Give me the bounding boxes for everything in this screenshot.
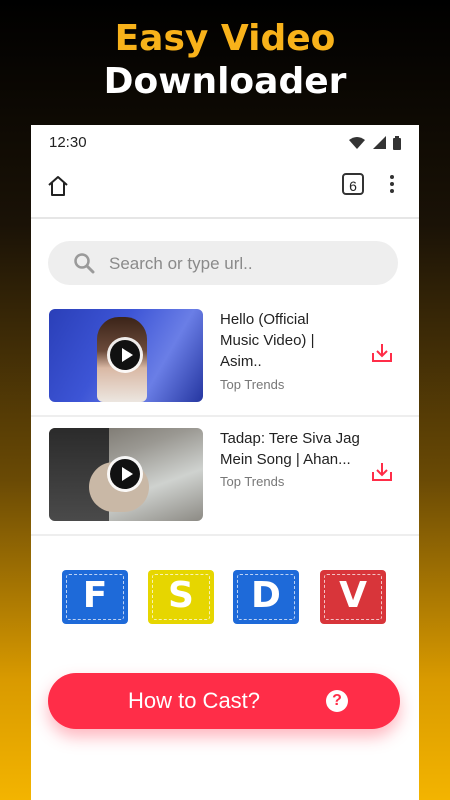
phone-screen: 12:30 6 Search or type url.. Hello (Offi…	[31, 125, 419, 800]
download-icon[interactable]	[371, 341, 393, 363]
promo-title-line2: Downloader	[103, 61, 347, 102]
more-vert-icon[interactable]	[387, 173, 397, 197]
promo-header: Easy Video Downloader	[0, 18, 450, 104]
status-bar: 12:30	[31, 125, 419, 159]
help-icon: ?	[326, 690, 348, 712]
how-to-cast-button[interactable]: How to Cast? ?	[48, 673, 400, 729]
play-icon[interactable]	[107, 456, 143, 492]
tab-count-button[interactable]: 6	[342, 173, 364, 195]
video-thumbnail[interactable]	[49, 428, 203, 521]
status-icons	[346, 134, 401, 152]
video-title: Tadap: Tere Siva Jag Mein Song | Ahan...	[220, 430, 360, 468]
play-icon[interactable]	[107, 337, 143, 373]
home-icon[interactable]	[45, 173, 71, 199]
video-title: Hello (Official Music Video) | Asim..	[220, 311, 315, 370]
video-category: Top Trends	[220, 474, 285, 489]
wifi-icon	[349, 136, 366, 149]
search-placeholder: Search or type url..	[109, 254, 253, 273]
vimeo-badge[interactable]: V	[320, 570, 386, 624]
dailymotion-badge[interactable]: D	[233, 570, 299, 624]
search-icon	[74, 253, 95, 274]
cast-button-label: How to Cast?	[127, 688, 261, 713]
status-time: 12:30	[49, 134, 87, 151]
facebook-badge[interactable]: F	[62, 570, 128, 624]
promo-title-line1: Easy Video	[114, 18, 336, 59]
battery-icon	[393, 135, 401, 150]
video-thumbnail[interactable]	[49, 309, 203, 402]
video-category: Top Trends	[220, 377, 285, 392]
snapchat-badge[interactable]: S	[148, 570, 214, 624]
download-icon[interactable]	[371, 460, 393, 482]
search-input[interactable]: Search or type url..	[48, 241, 398, 285]
platform-badges: F S D V	[31, 570, 419, 624]
video-list-item[interactable]: Hello (Official Music Video) | Asim.. To…	[31, 297, 419, 417]
video-list-item[interactable]: Tadap: Tere Siva Jag Mein Song | Ahan...…	[31, 416, 419, 536]
signal-icon	[372, 136, 386, 150]
browser-toolbar: 6	[31, 165, 419, 219]
